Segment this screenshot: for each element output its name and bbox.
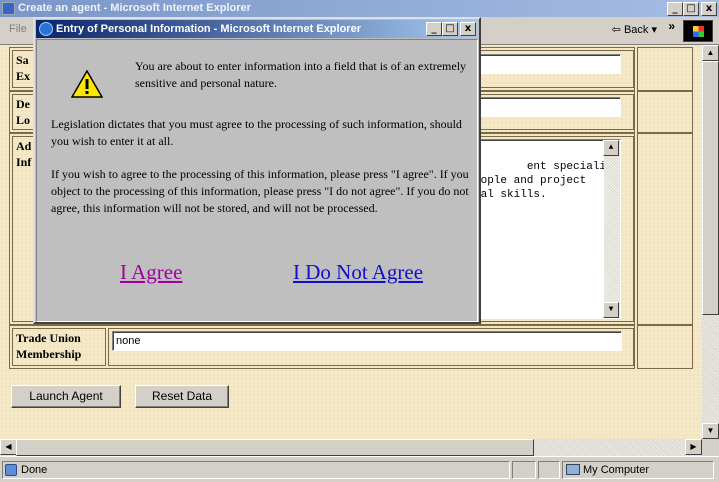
trade-union-input[interactable]: none (112, 331, 622, 351)
horizontal-scroll-thumb[interactable] (16, 439, 534, 456)
desired-location-input[interactable] (469, 97, 621, 117)
status-text: Done (21, 464, 48, 476)
toolbar-chevron-icon[interactable]: » (668, 19, 675, 33)
ie-icon (39, 22, 53, 36)
dialog-title-text: Entry of Personal Information - Microsof… (56, 23, 361, 35)
windows-logo-icon (683, 20, 713, 42)
page-vertical-scrollbar[interactable]: ▲ ▼ (702, 45, 719, 439)
status-text-cell: Done (2, 461, 510, 479)
scroll-right-icon[interactable]: ▶ (685, 439, 702, 455)
scroll-corner (702, 439, 719, 456)
dialog-window-controls: _ □ x (426, 22, 476, 36)
page-done-icon (5, 464, 17, 476)
browser-title-text: Create an agent - Microsoft Internet Exp… (18, 2, 251, 14)
close-button[interactable]: x (701, 2, 717, 16)
right-cell (637, 325, 693, 369)
status-cell (538, 461, 560, 479)
security-zone: My Computer (562, 461, 714, 479)
scroll-down-icon[interactable]: ▼ (603, 302, 619, 318)
additional-info-text: ent specialist, eople and project cal sk… (474, 161, 621, 201)
right-cell (637, 133, 693, 325)
trade-union-cell: none (108, 328, 634, 366)
maximize-button[interactable]: □ (683, 2, 699, 16)
menu-file[interactable]: File (9, 23, 27, 35)
right-cell (637, 91, 693, 133)
salary-input[interactable] (469, 54, 621, 74)
ie-window-icon (2, 2, 15, 15)
dialog-legislation-text: Legislation dictates that you must agree… (51, 117, 462, 148)
zone-label: My Computer (583, 464, 650, 476)
my-computer-icon (566, 464, 580, 475)
browser-window-controls: _ □ x (667, 2, 717, 16)
dialog-minimize-button[interactable]: _ (426, 22, 442, 36)
scroll-up-icon[interactable]: ▲ (603, 140, 619, 156)
dialog-maximize-button[interactable]: □ (442, 22, 458, 36)
dialog-close-button[interactable]: x (460, 22, 476, 36)
status-bar: Done My Computer (0, 456, 719, 482)
back-label: Back (623, 24, 649, 36)
right-cell (637, 47, 693, 91)
page-horizontal-scrollbar[interactable]: ◀ ▶ (0, 439, 702, 456)
status-cell (512, 461, 536, 479)
i-agree-link[interactable]: I Agree (120, 260, 182, 285)
i-do-not-agree-link[interactable]: I Do Not Agree (293, 260, 423, 285)
textarea-scrollbar[interactable]: ▲ ▼ (603, 140, 620, 318)
dialog-instructions-text: If you wish to agree to the processing o… (51, 167, 469, 215)
vertical-scroll-thumb[interactable] (702, 61, 719, 315)
additional-info-textarea[interactable]: ent specialist, eople and project cal sk… (469, 139, 621, 319)
reset-data-button[interactable]: Reset Data (135, 385, 229, 408)
scroll-down-icon[interactable]: ▼ (702, 423, 719, 439)
scroll-up-icon[interactable]: ▲ (702, 45, 719, 61)
back-button[interactable]: ⇦ Back ▾ (612, 23, 657, 36)
dialog-warning-text: You are about to enter information into … (135, 59, 467, 90)
form-row-trade-union: Trade Union Membership none (9, 325, 635, 369)
launch-agent-button[interactable]: Launch Agent (11, 385, 121, 408)
trade-union-label: Trade Union Membership (12, 328, 106, 366)
minimize-button[interactable]: _ (667, 2, 683, 16)
warning-icon (71, 70, 103, 98)
browser-title-bar: Create an agent - Microsoft Internet Exp… (0, 0, 719, 17)
consent-dialog: Entry of Personal Information - Microsof… (33, 17, 481, 324)
dialog-body: You are about to enter information into … (36, 39, 478, 322)
dialog-title-bar: Entry of Personal Information - Microsof… (36, 20, 478, 38)
scroll-left-icon[interactable]: ◀ (0, 439, 17, 455)
